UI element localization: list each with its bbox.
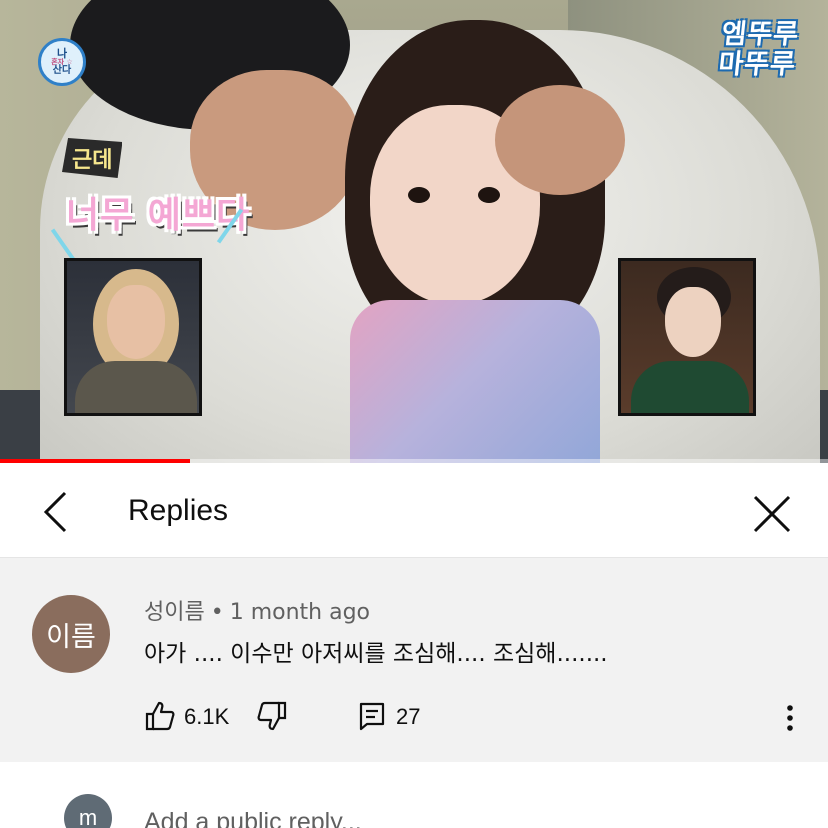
show-logo: 나 혼자 ☆ 산다	[38, 38, 86, 86]
reply-button[interactable]	[356, 700, 388, 732]
video-caption-big: 너무 예쁘다	[66, 195, 251, 236]
like-button[interactable]	[144, 700, 176, 732]
video-progress-fill	[0, 459, 191, 463]
reply-count: 27	[396, 704, 421, 729]
more-vertical-icon	[787, 705, 793, 731]
comment-meta: 성이름 • 1 month ago	[144, 594, 370, 626]
page-title: Replies	[128, 494, 229, 527]
add-reply-bar: m	[0, 762, 828, 828]
inset-person-body	[631, 361, 749, 413]
back-button[interactable]	[30, 486, 82, 538]
chevron-left-icon	[43, 491, 67, 533]
video-caption-small: 근데	[62, 138, 123, 178]
comment-actions: 6.1K 27	[0, 698, 828, 738]
comment-text: 아가 .... 이수만 아저씨를 조심해.... 조심해.......	[144, 641, 608, 667]
more-options-button[interactable]	[772, 700, 808, 736]
close-icon	[753, 495, 791, 533]
user-avatar[interactable]: m	[64, 794, 112, 828]
reply-icon	[359, 702, 385, 731]
video-hand	[495, 85, 625, 195]
video-girl-eye	[408, 187, 430, 203]
reply-input[interactable]	[144, 802, 744, 828]
show-logo-line: 산다	[52, 65, 72, 76]
video-girl-dress	[350, 300, 600, 463]
video-progress-bar[interactable]	[0, 459, 828, 463]
inset-person-body	[75, 361, 197, 413]
avatar[interactable]: 이름	[32, 595, 110, 673]
like-count: 6.1K	[184, 704, 230, 729]
inset-person-face	[107, 285, 165, 359]
replies-header: Replies	[0, 464, 828, 558]
dislike-button[interactable]	[256, 700, 288, 732]
meta-separator: •	[210, 600, 224, 625]
video-player[interactable]: 나 혼자 ☆ 산다 엠뚜루 마뚜루 근데 너무 예쁘다	[0, 0, 828, 463]
close-button[interactable]	[744, 486, 800, 542]
video-girl-eye	[478, 187, 500, 203]
comment-item: 이름 성이름 • 1 month ago 아가 .... 이수만 아저씨를 조심해.…	[0, 558, 828, 762]
reaction-inset-left	[64, 258, 202, 416]
comment-time: 1 month ago	[229, 600, 371, 625]
channel-watermark: 엠뚜루 마뚜루	[717, 19, 802, 80]
watermark-line: 엠뚜루	[720, 19, 802, 50]
thumbs-down-icon	[257, 701, 287, 731]
inset-person-face	[665, 287, 721, 357]
comment-author[interactable]: 성이름	[144, 600, 205, 625]
thumbs-up-icon	[145, 701, 175, 731]
watermark-line: 마뚜루	[717, 49, 799, 80]
reaction-inset-right	[618, 258, 756, 416]
